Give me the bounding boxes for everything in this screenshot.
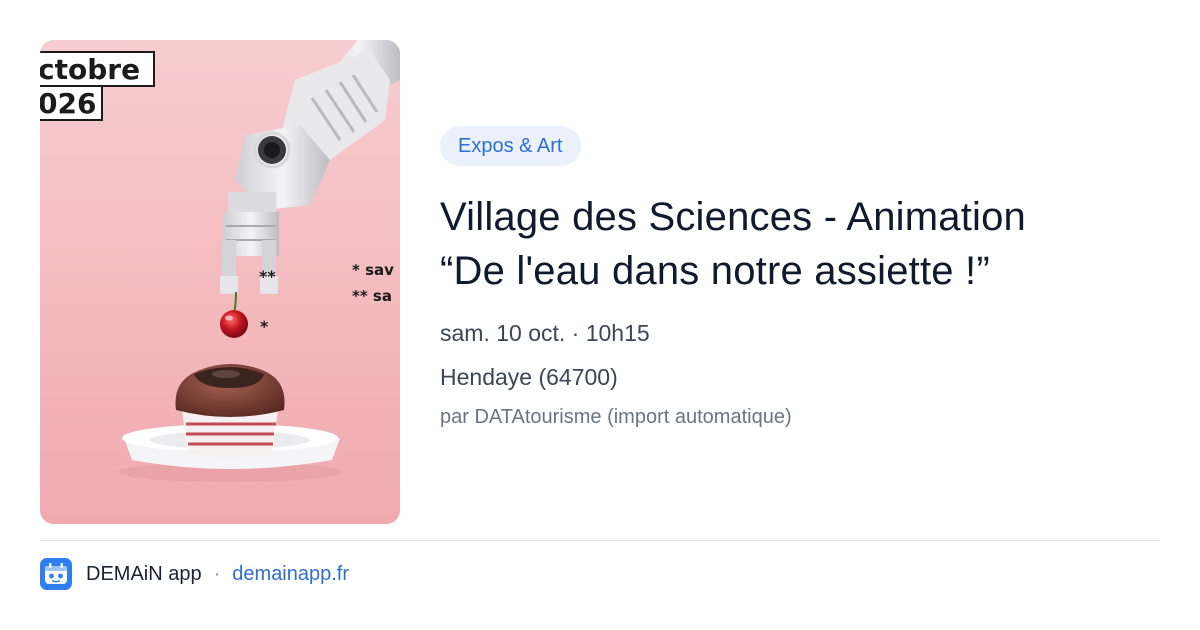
event-source: par DATAtourisme (import automatique) [440,406,792,428]
poster-note-text-2: ** sa [352,287,392,305]
app-domain-link[interactable]: demainapp.fr [232,563,349,586]
app-name: DEMAiN app [86,562,202,585]
poster-note-mark-2: ** [259,267,276,286]
footer-divider [40,540,1160,541]
category-badge[interactable]: Expos & Art [440,126,581,166]
poster-note-text-1: * sav [352,261,394,279]
event-location: Hendaye (64700) [440,364,618,390]
poster-note-mark-1: * [260,317,269,336]
event-title-line-2: “De l'eau dans notre assiette !” [440,249,990,293]
event-poster-image[interactable]: ctobre 026 ** * * sav ** sa [40,40,400,524]
footer-separator: · [213,562,221,585]
footer: DEMAiN app · demainapp.fr [40,557,349,591]
poster-month-text: ctobre [40,53,140,86]
event-share-card: ctobre 026 ** * * sav ** sa Expos & Art … [0,0,1200,630]
event-details: Expos & Art Village des Sciences - Anima… [440,126,1160,430]
event-meta: sam. 10 oct. · 10h15 Hendaye (64700) [440,318,1160,392]
demain-app-icon [40,558,72,590]
event-title[interactable]: Village des Sciences - Animation “De l'e… [440,190,1160,298]
event-title-line-1: Village des Sciences - Animation [440,195,1026,239]
poster-year-text: 026 [40,87,96,120]
event-datetime: sam. 10 oct. · 10h15 [440,320,650,346]
